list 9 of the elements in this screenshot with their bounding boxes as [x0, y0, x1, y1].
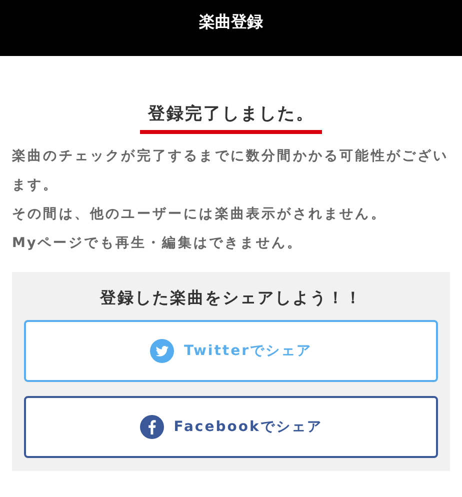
heading: 登録完了しました。: [140, 102, 322, 134]
share-button[interactable]: Facebookでシェア: [24, 396, 438, 458]
message-text: Myページでも再生・編集はできません。: [12, 234, 304, 253]
page-title: 楽曲登録: [199, 12, 263, 32]
bird-icon: [150, 339, 174, 363]
message-text: その間は、他のユーザーには楽曲表示がされません。: [12, 205, 388, 224]
f-logo-icon: [140, 415, 164, 439]
message-text: 楽曲のチェックが完了するまでに数分間かかる可能性がございます。: [12, 147, 450, 195]
share-title: 登録した楽曲をシェアしよう！！: [100, 287, 362, 309]
